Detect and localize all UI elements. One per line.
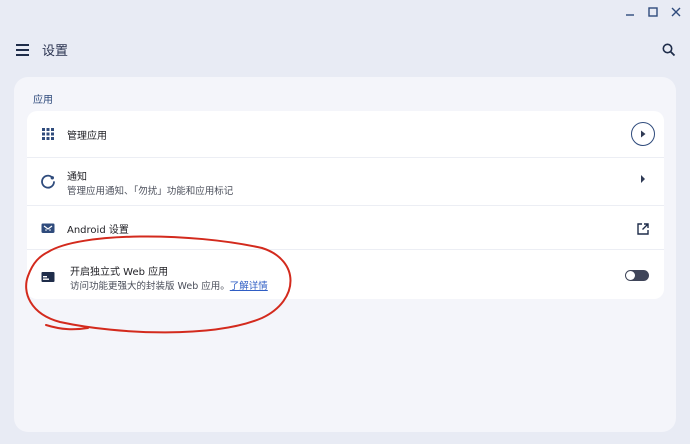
apps-grid-icon <box>40 126 56 142</box>
android-settings-row[interactable]: Android 设置 <box>27 205 664 250</box>
open-external-icon[interactable] <box>636 221 650 235</box>
manage-apps-title: 管理应用 <box>67 131 107 142</box>
arrow-circle-icon[interactable] <box>631 122 655 146</box>
minimize-icon[interactable] <box>620 2 640 22</box>
web-apps-title: 开启独立式 Web 应用 <box>70 267 169 278</box>
close-icon[interactable] <box>666 2 686 22</box>
search-icon[interactable] <box>661 42 677 58</box>
manage-apps-row[interactable]: 管理应用 <box>27 111 664 157</box>
web-apps-toggle[interactable] <box>625 270 649 281</box>
android-icon <box>40 220 56 236</box>
web-apps-row: 开启独立式 Web 应用 访问功能更强大的封装版 Web 应用。了解详情 <box>27 249 664 299</box>
maximize-icon[interactable] <box>643 2 663 22</box>
chevron-right-icon <box>639 174 647 187</box>
web-apps-subtitle: 访问功能更强大的封装版 Web 应用。了解详情 <box>70 278 268 292</box>
android-settings-title: Android 设置 <box>67 225 129 236</box>
title-bar <box>0 0 690 24</box>
section-label: 应用 <box>33 95 53 106</box>
page-title: 设置 <box>42 44 69 59</box>
notifications-title: 通知 <box>67 172 87 183</box>
notifications-row[interactable]: 通知 管理应用通知、「勿扰」功能和应用标记 <box>27 157 664 206</box>
web-app-icon <box>40 269 56 285</box>
menu-icon[interactable] <box>14 41 32 59</box>
learn-more-link[interactable]: 了解详情 <box>230 281 268 292</box>
notification-icon <box>40 174 56 190</box>
web-apps-subtitle-text: 访问功能更强大的封装版 Web 应用。 <box>70 281 230 292</box>
toggle-knob <box>626 271 635 280</box>
notifications-subtitle: 管理应用通知、「勿扰」功能和应用标记 <box>67 186 234 197</box>
app-bar: 设置 <box>0 30 690 70</box>
apps-settings-group: 管理应用 通知 管理应用通知、「勿扰」功能和应用标记 Android 设置 开启… <box>27 111 664 299</box>
